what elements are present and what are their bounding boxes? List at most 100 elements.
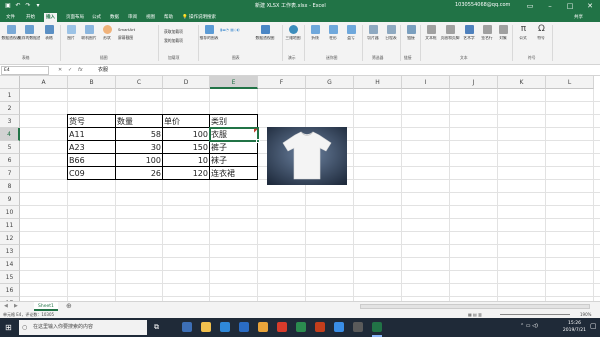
picture-button[interactable]: 图片 (64, 25, 78, 49)
insert-function-icon[interactable]: fx (78, 66, 83, 75)
view-buttons[interactable]: ▦ ▤ ▥ (468, 311, 482, 318)
col-header-i[interactable]: I (402, 76, 450, 89)
save-icon[interactable]: ▣ (4, 2, 12, 10)
cancel-icon[interactable]: ✕ (58, 66, 62, 75)
select-all-corner[interactable] (0, 76, 20, 89)
user-email[interactable]: 1030554068@qq.com (455, 2, 510, 8)
row-header-5[interactable]: 5 (0, 141, 20, 154)
file-explorer-icon[interactable] (201, 322, 211, 332)
undo-icon[interactable]: ↶ (14, 2, 22, 10)
tab-home[interactable]: 开始 (24, 13, 37, 22)
ribbon-display-icon[interactable]: ▭ (520, 0, 540, 12)
customize-toolbar-icon[interactable]: ▾ (34, 2, 42, 10)
close-icon[interactable]: ✕ (580, 0, 600, 12)
zoom-slider[interactable] (500, 314, 570, 315)
chart-gallery-icons[interactable]: ▮▬◔ ▦◇◐ (220, 27, 240, 32)
col-header-g[interactable]: G (306, 76, 354, 89)
cell-d4[interactable]: 100 (163, 128, 209, 141)
redo-icon[interactable]: ↷ (24, 2, 32, 10)
wordart-button[interactable]: 艺术字 (462, 25, 476, 49)
prev-sheet-icon[interactable]: ◀ (4, 303, 8, 309)
cell-c4[interactable]: 58 (116, 128, 162, 141)
horizontal-scrollbar[interactable] (360, 304, 590, 309)
cell-b7[interactable]: C09 (68, 167, 115, 180)
next-sheet-icon[interactable]: ▶ (14, 303, 18, 309)
row-header-12[interactable]: 12 (0, 232, 20, 245)
col-header-a[interactable]: A (20, 76, 68, 89)
col-header-d[interactable]: D (163, 76, 210, 89)
browser-icon[interactable] (334, 322, 344, 332)
maximize-icon[interactable]: □ (560, 0, 580, 12)
row-header-9[interactable]: 9 (0, 193, 20, 206)
row-header-8[interactable]: 8 (0, 180, 20, 193)
tab-file[interactable]: 文件 (4, 13, 17, 22)
pivot-chart-button[interactable]: 数据透视图 (256, 25, 274, 49)
cell-d7[interactable]: 120 (163, 167, 209, 180)
tshirt-image[interactable] (267, 127, 347, 185)
wechat-icon[interactable] (296, 322, 306, 332)
header-footer-button[interactable]: 页眉和页脚 (441, 25, 459, 49)
cell-b3[interactable]: 货号 (68, 115, 115, 128)
add-sheet-icon[interactable]: ⊕ (66, 302, 72, 310)
row-header-13[interactable]: 13 (0, 245, 20, 258)
system-tray-icons[interactable]: ⌃ ▭ ◁) (520, 323, 538, 329)
sheet-tab-sheet1[interactable]: Sheet1 (34, 302, 58, 311)
tab-page-layout[interactable]: 页面布局 (64, 13, 86, 22)
tab-formulas[interactable]: 公式 (90, 13, 103, 22)
cell-c7[interactable]: 26 (116, 167, 162, 180)
zoom-level[interactable]: 190% (580, 311, 591, 318)
cell-c5[interactable]: 30 (116, 141, 162, 154)
row-header-16[interactable]: 16 (0, 284, 20, 297)
tab-view[interactable]: 视图 (144, 13, 157, 22)
column-sparkline-button[interactable]: 柱形 (326, 25, 340, 49)
recommended-charts-button[interactable]: 推荐的图表 (200, 25, 218, 49)
enter-icon[interactable]: ✓ (68, 66, 72, 75)
online-picture-button[interactable]: 联机图片 (81, 25, 97, 49)
notification-icon[interactable]: ▢ (590, 322, 598, 332)
tab-insert[interactable]: 插入 (44, 13, 57, 22)
cell-c3[interactable]: 数量 (116, 115, 162, 128)
col-header-c[interactable]: C (116, 76, 163, 89)
symbol-button[interactable]: Ω 符号 (534, 25, 548, 49)
tell-me-search[interactable]: 💡 操作说明搜索 (180, 13, 218, 22)
windows-start-icon[interactable]: ⊞ (5, 323, 14, 332)
tab-review[interactable]: 审阅 (126, 13, 139, 22)
cell-b5[interactable]: A23 (68, 141, 115, 154)
col-header-h[interactable]: H (354, 76, 402, 89)
music-app-icon[interactable] (277, 322, 287, 332)
cell-d3[interactable]: 单价 (163, 115, 209, 128)
timeline-button[interactable]: 日程表 (384, 25, 398, 49)
row-header-10[interactable]: 10 (0, 206, 20, 219)
row-header-14[interactable]: 14 (0, 258, 20, 271)
row-header-1[interactable]: 1 (0, 89, 20, 102)
app-icon[interactable] (353, 322, 363, 332)
store-icon[interactable] (220, 322, 230, 332)
share-button[interactable]: 共享 (572, 13, 585, 22)
name-box[interactable]: E4 (1, 66, 49, 75)
tab-data[interactable]: 数据 (108, 13, 121, 22)
cell-b4[interactable]: A11 (68, 128, 115, 141)
cell-e5[interactable]: 裤子 (210, 141, 257, 154)
edge-browser-icon[interactable] (182, 322, 192, 332)
taskbar-search-input[interactable]: ○ 在这里输入你要搜索的内容 (19, 320, 147, 335)
pivot-table-button[interactable]: 数据透视表 (2, 25, 20, 49)
equation-button[interactable]: π 公式 (516, 25, 530, 49)
object-button[interactable]: 对象 (496, 25, 510, 49)
task-view-icon[interactable]: ⧉ (154, 322, 164, 332)
line-sparkline-button[interactable]: 折线 (308, 25, 322, 49)
fill-handle[interactable] (256, 139, 260, 143)
powerpoint-icon[interactable] (315, 322, 325, 332)
tab-help[interactable]: 帮助 (162, 13, 175, 22)
row-header-11[interactable]: 11 (0, 219, 20, 232)
textbox-button[interactable]: 文本框 (424, 25, 438, 49)
cell-d5[interactable]: 150 (163, 141, 209, 154)
cell-e7[interactable]: 连衣裙 (210, 167, 257, 180)
col-header-l[interactable]: L (546, 76, 594, 89)
row-header-15[interactable]: 15 (0, 271, 20, 284)
col-header-b[interactable]: B (68, 76, 116, 89)
shapes-button[interactable]: 形状 (100, 25, 114, 49)
worksheet-grid[interactable]: A B C D E F G H I J K L 1 2 3 4 5 6 7 8 … (0, 76, 600, 301)
taskbar-clock[interactable]: 15:26 2019/7/21 (563, 320, 586, 334)
my-addins-button[interactable]: 我的加载项 (164, 38, 183, 44)
smartart-button[interactable]: SmartArt (118, 27, 135, 32)
